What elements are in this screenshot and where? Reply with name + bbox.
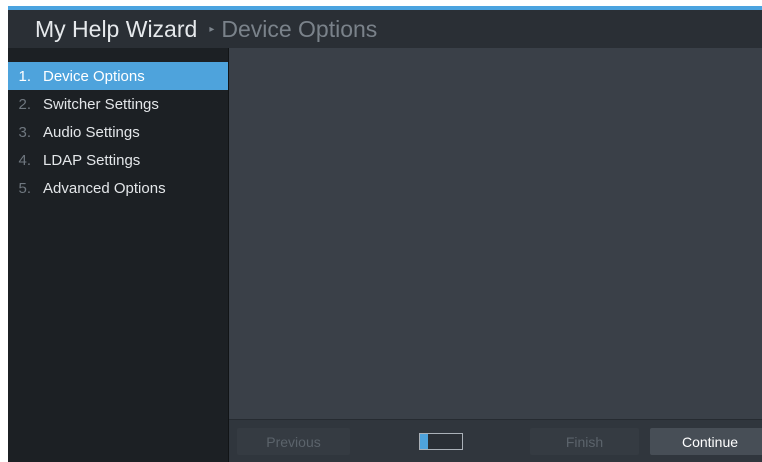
wizard-footer: Previous Finish Continue [229,419,762,462]
progress-fill [420,434,429,449]
continue-button[interactable]: Continue [650,428,762,455]
step-label: LDAP Settings [43,151,141,169]
wizard-header: My Help Wizard ▸ Device Options [8,10,762,49]
step-advanced-options[interactable]: 5. Advanced Options [8,174,228,202]
app-title: My Help Wizard [35,15,198,42]
step-device-options[interactable]: 1. Device Options [8,62,228,90]
step-number: 2. [18,95,31,113]
step-label: Advanced Options [43,179,166,197]
step-number: 4. [18,151,31,169]
finish-button[interactable]: Finish [530,428,639,455]
steps-list: 1. Device Options 2. Switcher Settings 3… [8,62,228,202]
step-label: Audio Settings [43,123,140,141]
step-ldap-settings[interactable]: 4. LDAP Settings [8,146,228,174]
step-content-panel [229,48,762,420]
step-number: 1. [18,67,31,85]
page-title: Device Options [221,15,378,42]
breadcrumb-separator-icon: ▸ [209,23,215,35]
step-number: 5. [18,179,31,197]
step-label: Switcher Settings [43,95,159,113]
steps-sidebar: 1. Device Options 2. Switcher Settings 3… [8,48,229,462]
step-label: Device Options [43,67,145,85]
previous-button[interactable]: Previous [237,428,350,455]
progress-indicator [419,433,463,450]
wizard-window: My Help Wizard ▸ Device Options 1. Devic… [8,6,762,462]
step-switcher-settings[interactable]: 2. Switcher Settings [8,90,228,118]
step-audio-settings[interactable]: 3. Audio Settings [8,118,228,146]
step-number: 3. [18,123,31,141]
